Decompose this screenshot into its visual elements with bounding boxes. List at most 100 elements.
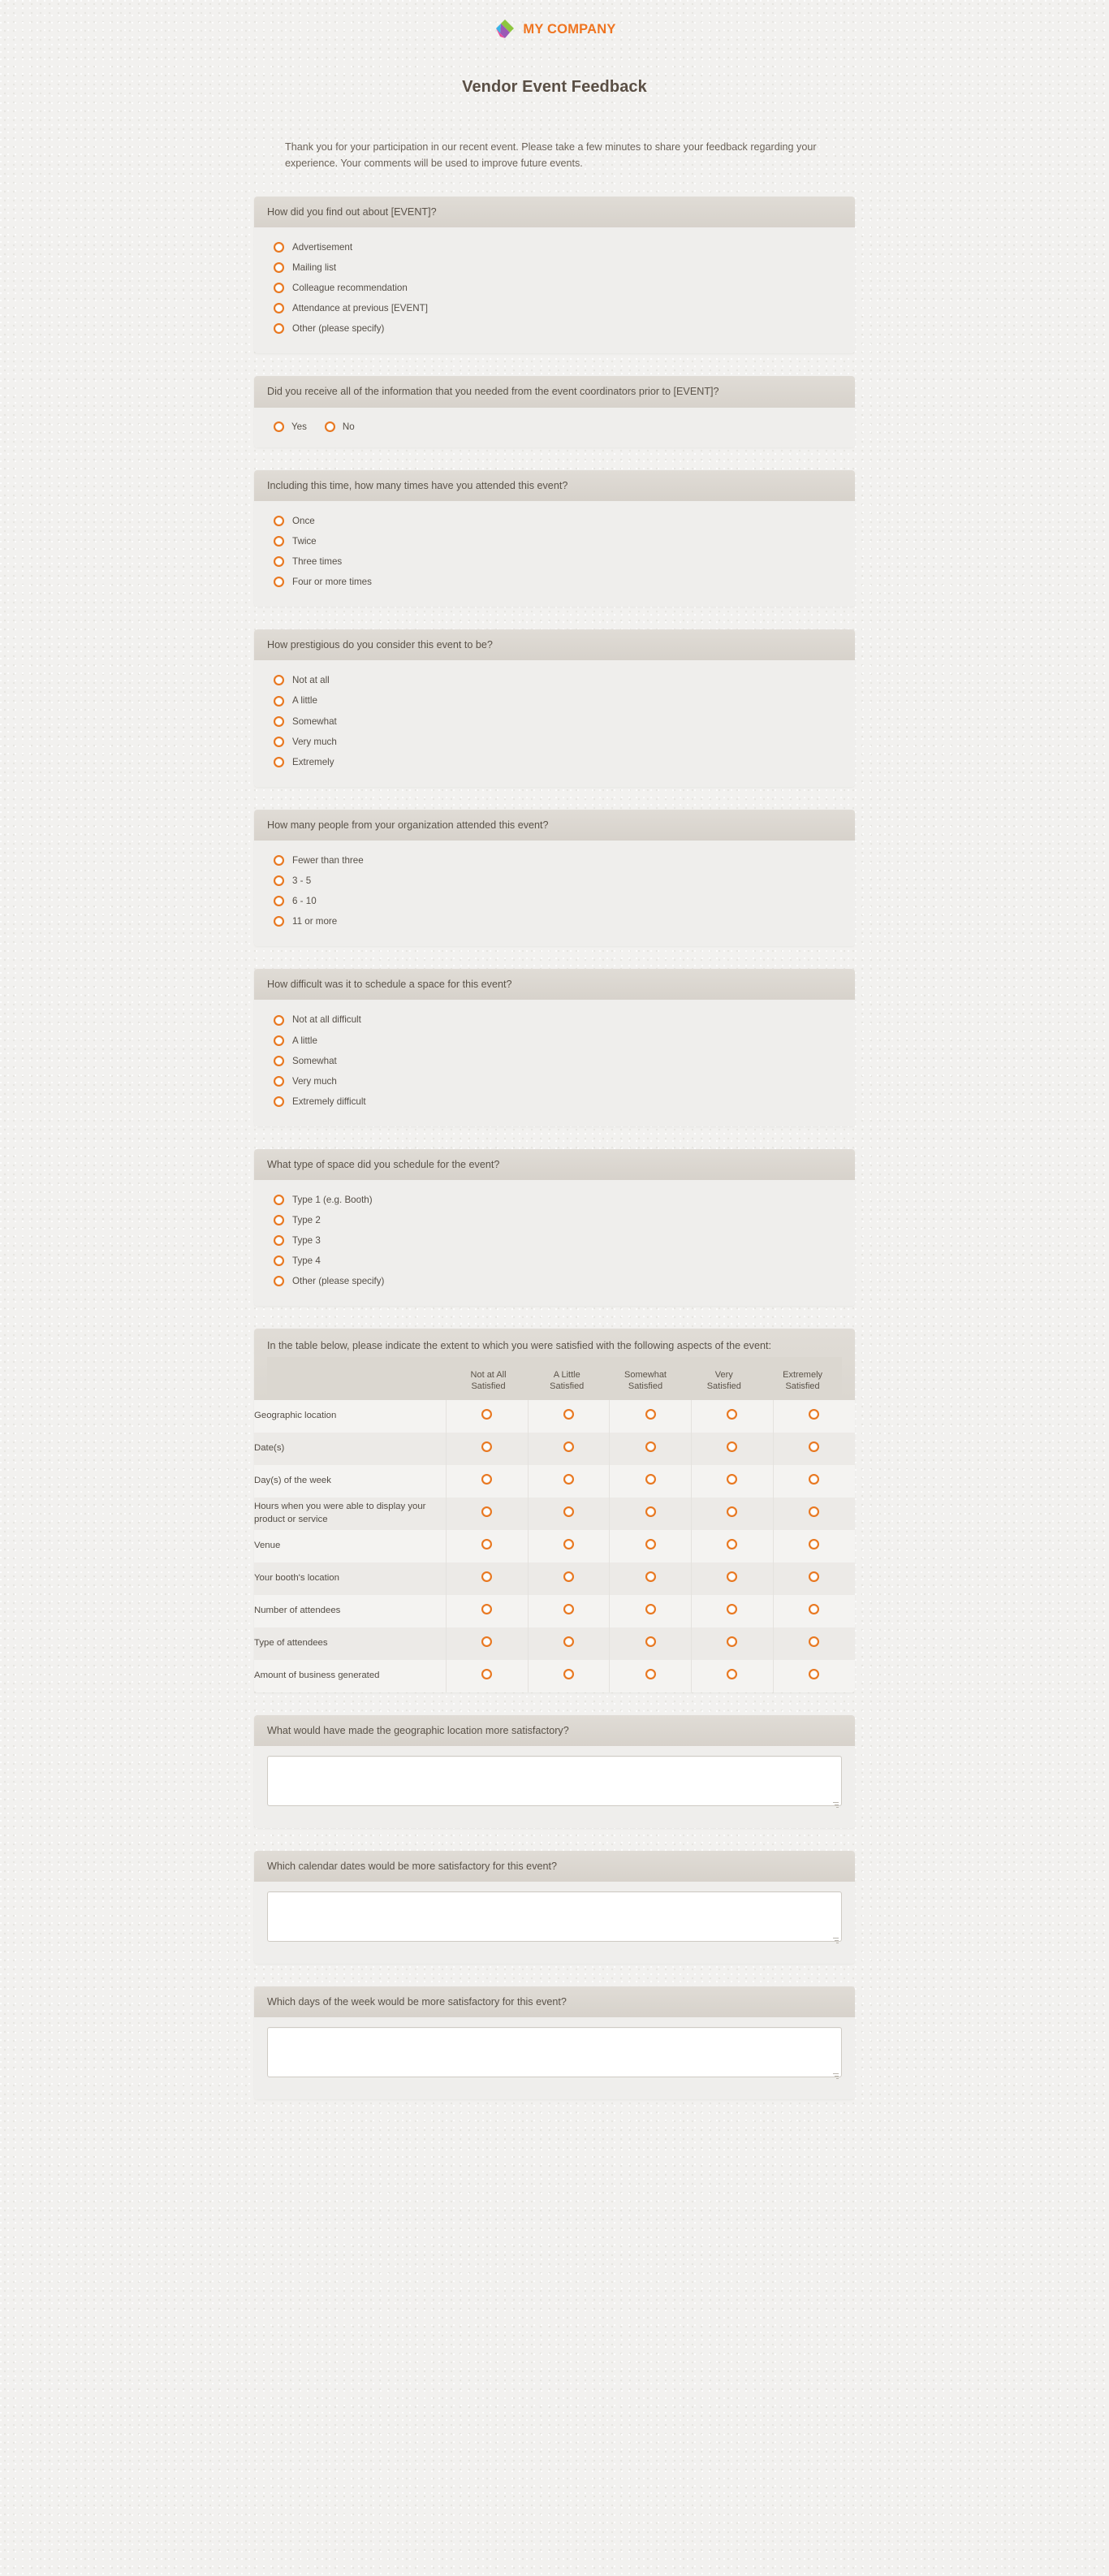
radio-button-icon[interactable]: [727, 1538, 738, 1549]
matrix-radio-cell[interactable]: [773, 1660, 855, 1692]
radio-button-icon[interactable]: [274, 303, 284, 314]
radio-option[interactable]: Somewhat: [267, 1051, 842, 1071]
radio-button-icon[interactable]: [274, 695, 284, 707]
radio-button-icon[interactable]: [481, 1571, 493, 1582]
radio-button-icon[interactable]: [645, 1473, 656, 1485]
radio-button-icon[interactable]: [481, 1538, 493, 1549]
matrix-radio-cell[interactable]: [609, 1562, 693, 1595]
radio-option[interactable]: Other (please specify): [267, 1271, 842, 1291]
radio-button-icon[interactable]: [274, 1096, 284, 1107]
radio-button-icon[interactable]: [274, 1215, 284, 1226]
radio-button-icon[interactable]: [809, 1473, 820, 1485]
radio-option[interactable]: A little: [267, 1031, 842, 1051]
radio-button-icon[interactable]: [727, 1603, 738, 1614]
radio-button-icon[interactable]: [809, 1571, 820, 1582]
matrix-radio-cell[interactable]: [773, 1433, 855, 1465]
radio-button-icon[interactable]: [809, 1603, 820, 1614]
radio-option[interactable]: Mailing list: [267, 257, 842, 278]
radio-button-icon[interactable]: [274, 242, 284, 253]
radio-button-icon[interactable]: [727, 1408, 738, 1420]
answer-textarea[interactable]: [267, 2027, 842, 2078]
radio-button-icon[interactable]: [809, 1506, 820, 1517]
radio-button-icon[interactable]: [274, 515, 284, 526]
matrix-radio-cell[interactable]: [773, 1562, 855, 1595]
radio-option[interactable]: 11 or more: [267, 911, 842, 931]
radio-option[interactable]: Once: [267, 511, 842, 531]
radio-button-icon[interactable]: [481, 1636, 493, 1647]
matrix-radio-cell[interactable]: [446, 1497, 529, 1530]
radio-button-icon[interactable]: [727, 1636, 738, 1647]
matrix-radio-cell[interactable]: [773, 1465, 855, 1498]
matrix-radio-cell[interactable]: [691, 1399, 774, 1433]
radio-button-icon[interactable]: [324, 421, 335, 432]
radio-button-icon[interactable]: [645, 1538, 656, 1549]
radio-button-icon[interactable]: [563, 1636, 574, 1647]
radio-option[interactable]: Not at all difficult: [267, 1009, 842, 1030]
matrix-radio-cell[interactable]: [773, 1595, 855, 1627]
radio-button-icon[interactable]: [481, 1441, 493, 1452]
radio-option[interactable]: Type 1 (e.g. Booth): [267, 1190, 842, 1210]
radio-button-icon[interactable]: [274, 536, 284, 547]
matrix-radio-cell[interactable]: [609, 1399, 693, 1433]
radio-option[interactable]: Yes: [274, 421, 307, 433]
matrix-radio-cell[interactable]: [528, 1562, 611, 1595]
radio-option[interactable]: Attendance at previous [EVENT]: [267, 298, 842, 318]
radio-option[interactable]: Type 4: [267, 1251, 842, 1271]
radio-button-icon[interactable]: [809, 1668, 820, 1679]
radio-button-icon[interactable]: [727, 1571, 738, 1582]
radio-button-icon[interactable]: [274, 577, 284, 588]
radio-button-icon[interactable]: [274, 736, 284, 747]
radio-option[interactable]: A little: [267, 690, 842, 711]
matrix-radio-cell[interactable]: [446, 1432, 529, 1465]
radio-button-icon[interactable]: [645, 1506, 656, 1517]
radio-button-icon[interactable]: [563, 1603, 574, 1614]
radio-button-icon[interactable]: [274, 756, 284, 767]
matrix-radio-cell[interactable]: [528, 1497, 611, 1530]
matrix-radio-cell[interactable]: [691, 1627, 774, 1660]
radio-button-icon[interactable]: [727, 1506, 738, 1517]
matrix-radio-cell[interactable]: [609, 1659, 693, 1692]
radio-button-icon[interactable]: [481, 1408, 493, 1420]
radio-option[interactable]: Other (please specify): [267, 318, 842, 339]
radio-button-icon[interactable]: [274, 1235, 284, 1247]
radio-button-icon[interactable]: [727, 1668, 738, 1679]
radio-button-icon[interactable]: [563, 1506, 574, 1517]
radio-button-icon[interactable]: [274, 1014, 284, 1026]
radio-button-icon[interactable]: [563, 1441, 574, 1452]
radio-button-icon[interactable]: [274, 1035, 284, 1046]
radio-button-icon[interactable]: [274, 715, 284, 727]
radio-button-icon[interactable]: [274, 1055, 284, 1066]
radio-button-icon[interactable]: [645, 1636, 656, 1647]
matrix-radio-cell[interactable]: [528, 1627, 611, 1660]
matrix-radio-cell[interactable]: [528, 1529, 611, 1562]
radio-option[interactable]: 3 - 5: [267, 871, 842, 891]
radio-button-icon[interactable]: [645, 1441, 656, 1452]
matrix-radio-cell[interactable]: [609, 1497, 693, 1530]
radio-button-icon[interactable]: [274, 896, 284, 907]
matrix-radio-cell[interactable]: [609, 1594, 693, 1627]
radio-option[interactable]: Fewer than three: [267, 850, 842, 871]
matrix-radio-cell[interactable]: [691, 1529, 774, 1562]
matrix-radio-cell[interactable]: [528, 1594, 611, 1627]
radio-button-icon[interactable]: [727, 1473, 738, 1485]
radio-button-icon[interactable]: [563, 1408, 574, 1420]
matrix-radio-cell[interactable]: [446, 1594, 529, 1627]
matrix-radio-cell[interactable]: [528, 1432, 611, 1465]
radio-button-icon[interactable]: [274, 916, 284, 927]
answer-textarea[interactable]: [267, 1891, 842, 1943]
matrix-radio-cell[interactable]: [528, 1464, 611, 1498]
radio-option[interactable]: Type 2: [267, 1210, 842, 1230]
matrix-radio-cell[interactable]: [446, 1399, 529, 1433]
radio-button-icon[interactable]: [274, 875, 284, 887]
radio-button-icon[interactable]: [645, 1408, 656, 1420]
matrix-radio-cell[interactable]: [446, 1659, 529, 1692]
radio-option[interactable]: Very much: [267, 1071, 842, 1091]
radio-option[interactable]: Extremely: [267, 752, 842, 772]
radio-button-icon[interactable]: [274, 262, 284, 274]
radio-button-icon[interactable]: [274, 1075, 284, 1087]
matrix-radio-cell[interactable]: [609, 1432, 693, 1465]
matrix-radio-cell[interactable]: [773, 1498, 855, 1530]
radio-option[interactable]: No: [324, 421, 355, 433]
answer-textarea[interactable]: [267, 1755, 842, 1806]
matrix-radio-cell[interactable]: [691, 1659, 774, 1692]
